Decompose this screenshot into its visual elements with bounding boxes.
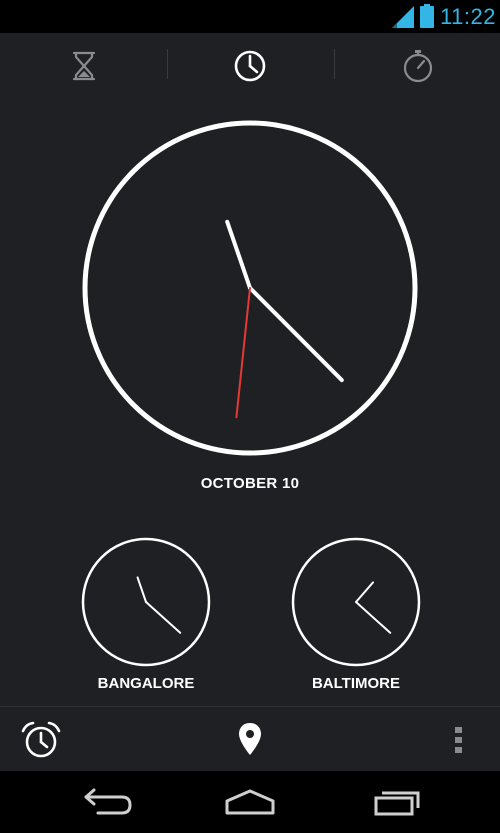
- tab-stopwatch[interactable]: [358, 33, 478, 97]
- minute-hand: [248, 286, 344, 383]
- tab-timer[interactable]: [24, 33, 144, 97]
- world-clock-baltimore[interactable]: [290, 536, 422, 668]
- hour-hand: [225, 219, 252, 290]
- date-label: OCTOBER 10: [200, 475, 300, 492]
- status-time: 11:22: [440, 4, 496, 29]
- signal-icon: [392, 6, 414, 28]
- clock-app-screen: 11:22 OCTOBER 10 BANGALORE BALTIMORE: [0, 0, 500, 833]
- hourglass-icon: [72, 51, 96, 81]
- cities-button[interactable]: [230, 719, 270, 761]
- back-icon: [84, 788, 132, 815]
- back-button[interactable]: [64, 781, 144, 823]
- tab-clock[interactable]: [190, 33, 310, 97]
- status-bar: 11:22: [0, 0, 500, 33]
- hour-hand: [136, 576, 147, 603]
- main-analog-clock: [82, 120, 418, 456]
- world-clock-bangalore[interactable]: [80, 536, 212, 668]
- navigation-bar: [0, 771, 500, 833]
- top-tabs: [0, 33, 500, 97]
- hour-hand: [355, 581, 375, 603]
- second-hand: [235, 287, 252, 419]
- minute-hand: [145, 601, 182, 634]
- alarm-clock-icon: [21, 721, 61, 758]
- overflow-menu-icon: [455, 727, 462, 753]
- alarm-button[interactable]: [18, 719, 64, 761]
- overflow-menu-button[interactable]: [444, 719, 474, 761]
- clock-icon: [234, 50, 266, 82]
- home-icon: [225, 789, 275, 815]
- location-pin-icon: [239, 723, 261, 755]
- city-label-bangalore: BANGALORE: [97, 675, 195, 692]
- tab-divider: [334, 49, 335, 79]
- action-bar: [0, 706, 500, 771]
- recents-icon: [374, 791, 420, 816]
- home-button[interactable]: [210, 781, 290, 823]
- recents-button[interactable]: [356, 781, 436, 823]
- tab-divider: [167, 49, 168, 79]
- battery-icon: [420, 4, 434, 28]
- minute-hand: [355, 601, 392, 634]
- stopwatch-icon: [403, 50, 433, 83]
- city-label-baltimore: BALTIMORE: [311, 675, 401, 692]
